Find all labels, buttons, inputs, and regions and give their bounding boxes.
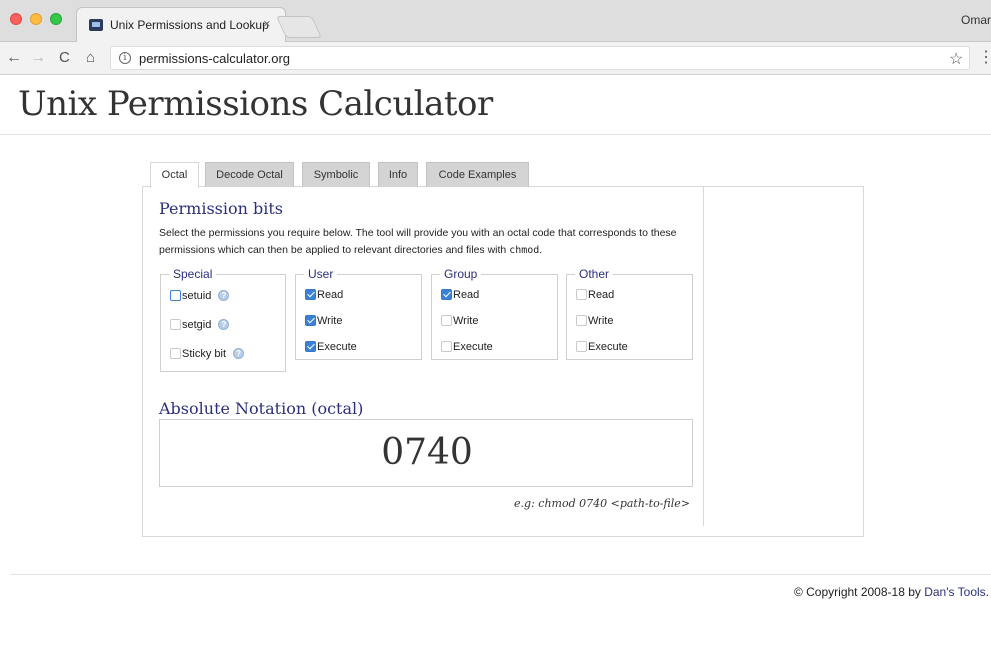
other-execute-option[interactable]: Execute	[576, 340, 628, 355]
permission-bits-heading: Permission bits	[159, 199, 284, 218]
other-group: Other Read Write Execute	[566, 266, 693, 360]
sticky-bit-checkbox[interactable]	[170, 347, 181, 359]
browser-toolbar: ← → C ⌂ i permissions-calculator.org ☆	[0, 42, 991, 75]
tab-decode-octal[interactable]: Decode Octal	[205, 162, 294, 187]
description-end: .	[539, 244, 543, 256]
permission-bits-description: Select the permissions you require below…	[159, 225, 699, 259]
user-read-label: Read	[317, 289, 344, 301]
browser-menu-icon[interactable]: ⋮	[978, 47, 991, 67]
copyright-text: © Copyright 2008-18 by	[793, 585, 925, 599]
reload-icon[interactable]: C	[59, 48, 70, 68]
special-group: Special setuid setgid Sticky bit	[160, 266, 286, 372]
forward-arrow-icon[interactable]: →	[30, 48, 46, 68]
other-write-checkbox[interactable]	[576, 314, 587, 326]
user-write-option[interactable]: Write	[305, 314, 343, 329]
footer-divider	[10, 574, 991, 575]
tab-code-examples[interactable]: Code Examples	[426, 162, 529, 187]
user-write-checkbox[interactable]	[305, 314, 316, 326]
user-group: User Read Write Execute	[295, 266, 422, 360]
site-info-icon[interactable]: i	[119, 52, 131, 64]
back-arrow-icon[interactable]: ←	[6, 48, 22, 68]
other-write-label: Write	[588, 315, 614, 327]
other-execute-label: Execute	[588, 341, 628, 353]
user-write-label: Write	[317, 315, 343, 327]
close-window-icon[interactable]	[10, 13, 22, 25]
sticky-bit-option[interactable]: Sticky bit	[170, 347, 245, 362]
setuid-option[interactable]: setuid	[170, 289, 230, 304]
bookmark-star-icon[interactable]: ☆	[949, 49, 963, 69]
other-execute-checkbox[interactable]	[576, 340, 587, 352]
octal-output-box: 0740	[159, 419, 693, 487]
other-read-checkbox[interactable]	[576, 288, 587, 300]
user-read-checkbox[interactable]	[305, 288, 316, 300]
home-icon[interactable]: ⌂	[86, 48, 95, 68]
group-group: Group Read Write Execute	[431, 266, 558, 360]
browser-tab[interactable]: Unix Permissions and Lookup ×	[76, 7, 286, 42]
user-read-option[interactable]: Read	[305, 288, 344, 303]
tab-symbolic[interactable]: Symbolic	[302, 162, 370, 187]
site-favicon-icon	[89, 19, 103, 31]
address-bar[interactable]: i permissions-calculator.org ☆	[110, 46, 970, 70]
group-read-option[interactable]: Read	[441, 288, 480, 303]
header-divider	[0, 134, 991, 135]
other-legend: Other	[575, 266, 614, 282]
group-read-label: Read	[453, 289, 480, 301]
dans-tools-link[interactable]: Dan's Tools	[924, 585, 985, 599]
tab-info[interactable]: Info	[378, 162, 418, 187]
group-write-option[interactable]: Write	[441, 314, 479, 329]
user-execute-label: Execute	[317, 341, 357, 353]
user-execute-option[interactable]: Execute	[305, 340, 357, 355]
setgid-checkbox[interactable]	[170, 318, 181, 330]
setuid-checkbox[interactable]	[170, 289, 181, 301]
user-execute-checkbox[interactable]	[305, 340, 316, 352]
minimize-window-icon[interactable]	[30, 13, 42, 25]
other-read-label: Read	[588, 289, 615, 301]
special-legend: Special	[169, 266, 217, 282]
sticky-bit-help-icon[interactable]	[233, 347, 245, 360]
other-write-option[interactable]: Write	[576, 314, 614, 329]
tab-close-icon[interactable]: ×	[263, 16, 271, 31]
group-execute-label: Execute	[453, 341, 493, 353]
setgid-label: setgid	[182, 319, 212, 331]
tab-octal[interactable]: Octal	[150, 162, 199, 188]
footer-end: .	[985, 585, 989, 599]
browser-tab-title: Unix Permissions and Lookup	[110, 18, 269, 32]
chmod-code: chmod	[509, 245, 540, 256]
footer: © Copyright 2008-18 by Dan's Tools.	[794, 585, 989, 599]
chmod-example: e.g: chmod 0740 <path-to-file>	[514, 497, 690, 510]
maximize-window-icon[interactable]	[50, 13, 62, 25]
absolute-notation-heading: Absolute Notation (octal)	[159, 399, 364, 418]
page-title: Unix Permissions Calculator	[18, 84, 493, 124]
panel-column-divider	[703, 186, 704, 526]
group-write-checkbox[interactable]	[441, 314, 452, 326]
group-read-checkbox[interactable]	[441, 288, 452, 300]
octal-value: 0740	[381, 432, 473, 473]
setuid-help-icon[interactable]	[218, 289, 230, 302]
profile-name[interactable]: Omar	[961, 13, 991, 27]
setgid-option[interactable]: setgid	[170, 318, 230, 333]
setuid-label: setuid	[182, 290, 212, 302]
group-legend: Group	[440, 266, 482, 282]
sticky-bit-label: Sticky bit	[182, 348, 227, 360]
group-execute-option[interactable]: Execute	[441, 340, 493, 355]
description-text: Select the permissions you require below…	[159, 227, 677, 256]
browser-tab-bar: Unix Permissions and Lookup × Omar	[0, 0, 991, 42]
setgid-help-icon[interactable]	[218, 318, 230, 331]
group-execute-checkbox[interactable]	[441, 340, 452, 352]
user-legend: User	[304, 266, 338, 282]
other-read-option[interactable]: Read	[576, 288, 615, 303]
url-text[interactable]: permissions-calculator.org	[139, 51, 290, 66]
group-write-label: Write	[453, 315, 479, 327]
